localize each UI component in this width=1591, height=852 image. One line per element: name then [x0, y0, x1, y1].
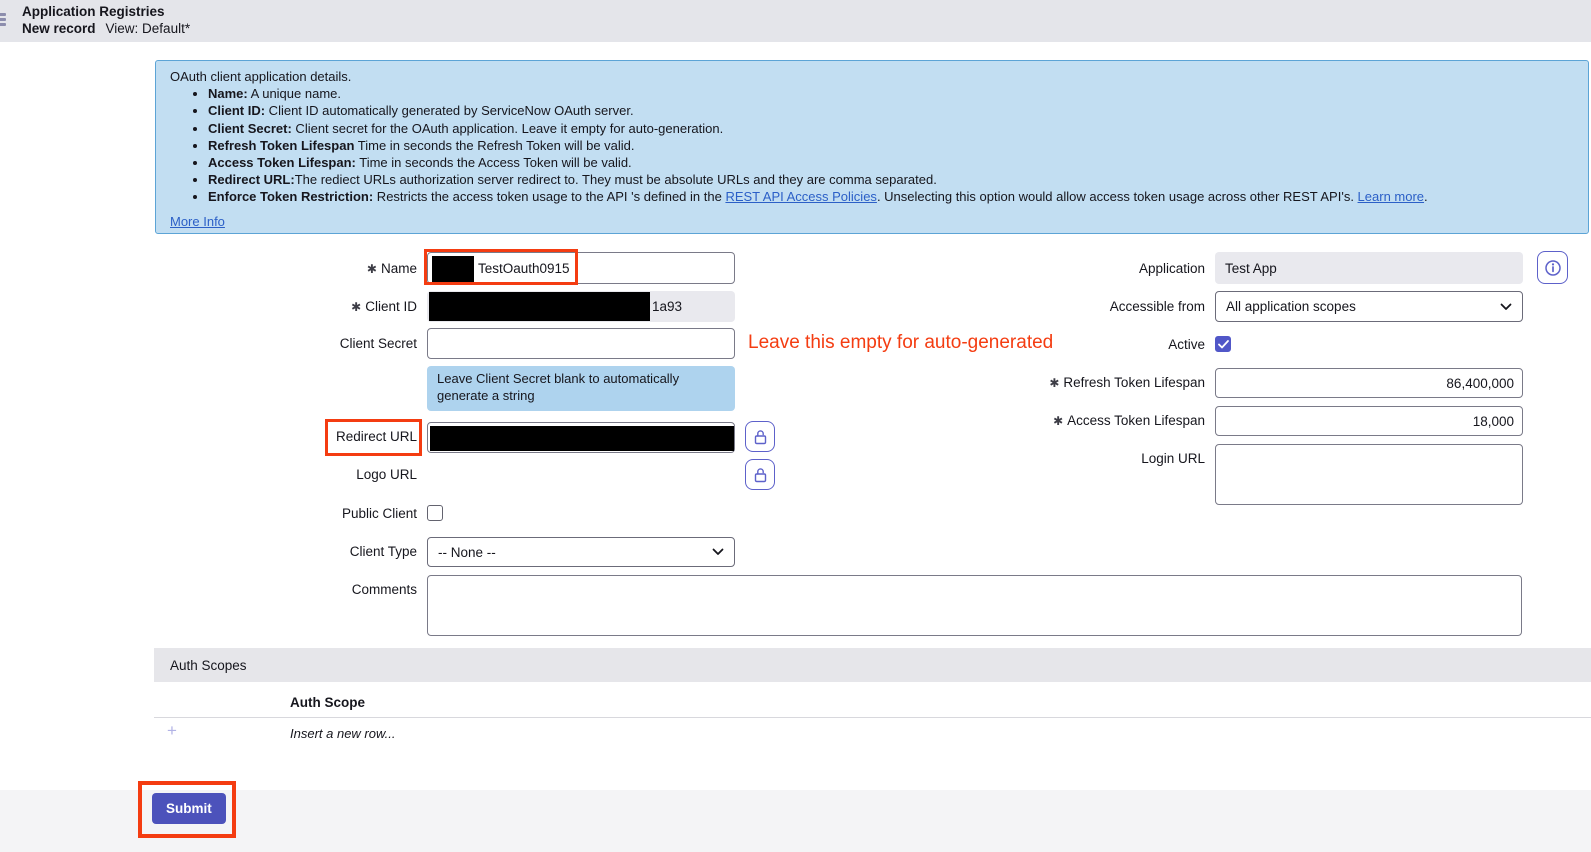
info-bullet-client-id: Client ID: Client ID automatically gener…: [208, 102, 1574, 119]
unlock-icon: [753, 467, 768, 483]
login-url-label: Login URL: [940, 451, 1205, 466]
record-name: New record: [22, 21, 96, 36]
page-header: Application Registries New record View: D…: [0, 0, 1591, 42]
auth-scope-column-header: Auth Scope: [290, 695, 365, 710]
page-title: Application Registries: [22, 4, 165, 19]
active-checkbox[interactable]: [1215, 336, 1231, 352]
logo-url-lock-button[interactable]: [745, 459, 775, 490]
client-id-label: ✱Client ID: [150, 299, 417, 314]
info-bullet-redirect-url: Redirect URL:The rediect URLs authorizat…: [208, 171, 1574, 188]
public-client-label: Public Client: [150, 506, 417, 521]
more-info-link[interactable]: More Info: [170, 213, 225, 230]
client-id-redaction: [429, 292, 650, 321]
redirect-url-lock-button[interactable]: [745, 421, 775, 452]
client-id-field: 1a93: [427, 291, 735, 322]
info-bullet-list: Name: A unique name. Client ID: Client I…: [170, 85, 1574, 205]
chevron-down-icon: [1500, 303, 1512, 311]
name-label: ✱Name: [150, 261, 417, 276]
client-type-select[interactable]: -- None --: [427, 537, 735, 567]
menu-icon[interactable]: [0, 13, 6, 27]
client-secret-label: Client Secret: [150, 336, 417, 351]
accessible-from-value: All application scopes: [1226, 299, 1356, 314]
submit-button[interactable]: Submit: [152, 793, 226, 824]
insert-new-row[interactable]: Insert a new row...: [290, 726, 396, 741]
client-type-label: Client Type: [150, 544, 417, 559]
logo-url-label: Logo URL: [150, 467, 417, 482]
rest-api-access-policies-link[interactable]: REST API Access Policies: [725, 189, 877, 204]
application-field: Test App: [1215, 252, 1523, 284]
info-bullet-name: Name: A unique name.: [208, 85, 1574, 102]
insert-row-plus-icon[interactable]: +: [167, 721, 177, 741]
comments-label: Comments: [150, 582, 417, 597]
login-url-textarea[interactable]: [1215, 444, 1523, 505]
refresh-token-lifespan-input[interactable]: [1215, 368, 1523, 398]
info-bullet-access-token: Access Token Lifespan: Time in seconds t…: [208, 154, 1574, 171]
annotation-note-client-secret: Leave this empty for auto-generated: [748, 332, 1053, 354]
info-bullet-enforce-token: Enforce Token Restriction: Restricts the…: [208, 188, 1574, 205]
redirect-url-redaction: [430, 426, 734, 451]
application-registries-page: Application Registries New record View: D…: [0, 0, 1591, 852]
record-subtitle: New record View: Default*: [22, 21, 190, 36]
info-bullet-client-secret: Client Secret: Client secret for the OAu…: [208, 120, 1574, 137]
name-input[interactable]: TestOauth0915: [427, 252, 735, 284]
learn-more-link[interactable]: Learn more: [1358, 189, 1424, 204]
chevron-down-icon: [712, 548, 724, 556]
accessible-from-select[interactable]: All application scopes: [1215, 291, 1523, 322]
public-client-checkbox[interactable]: [427, 505, 443, 521]
application-value: Test App: [1225, 261, 1277, 276]
name-redaction: [432, 256, 474, 282]
info-icon: [1544, 259, 1562, 277]
info-intro: OAuth client application details.: [170, 68, 1574, 85]
info-bullet-refresh-token: Refresh Token Lifespan Time in seconds t…: [208, 137, 1574, 154]
redirect-url-input[interactable]: [427, 422, 735, 453]
application-info-button[interactable]: [1537, 251, 1568, 284]
client-secret-input[interactable]: [427, 328, 735, 359]
redirect-url-label: Redirect URL: [150, 429, 417, 444]
application-label: Application: [940, 261, 1205, 276]
accessible-from-label: Accessible from: [940, 299, 1205, 314]
refresh-token-lifespan-label: ✱Refresh Token Lifespan: [940, 375, 1205, 390]
access-token-lifespan-label: ✱Access Token Lifespan: [940, 413, 1205, 428]
client-type-value: -- None --: [438, 545, 496, 560]
client-secret-hint: Leave Client Secret blank to automatical…: [427, 366, 735, 411]
unlock-icon: [753, 429, 768, 445]
name-value: TestOauth0915: [478, 261, 570, 276]
oauth-info-box: OAuth client application details. Name: …: [155, 60, 1589, 234]
client-id-value: 1a93: [652, 299, 682, 314]
checkmark-icon: [1218, 340, 1229, 349]
auth-scopes-divider: [154, 717, 1591, 718]
auth-scopes-section-header: Auth Scopes: [154, 648, 1591, 682]
view-label: View: Default*: [106, 21, 191, 36]
form-footer: [0, 790, 1591, 852]
access-token-lifespan-input[interactable]: [1215, 406, 1523, 436]
comments-textarea[interactable]: [427, 575, 1522, 636]
